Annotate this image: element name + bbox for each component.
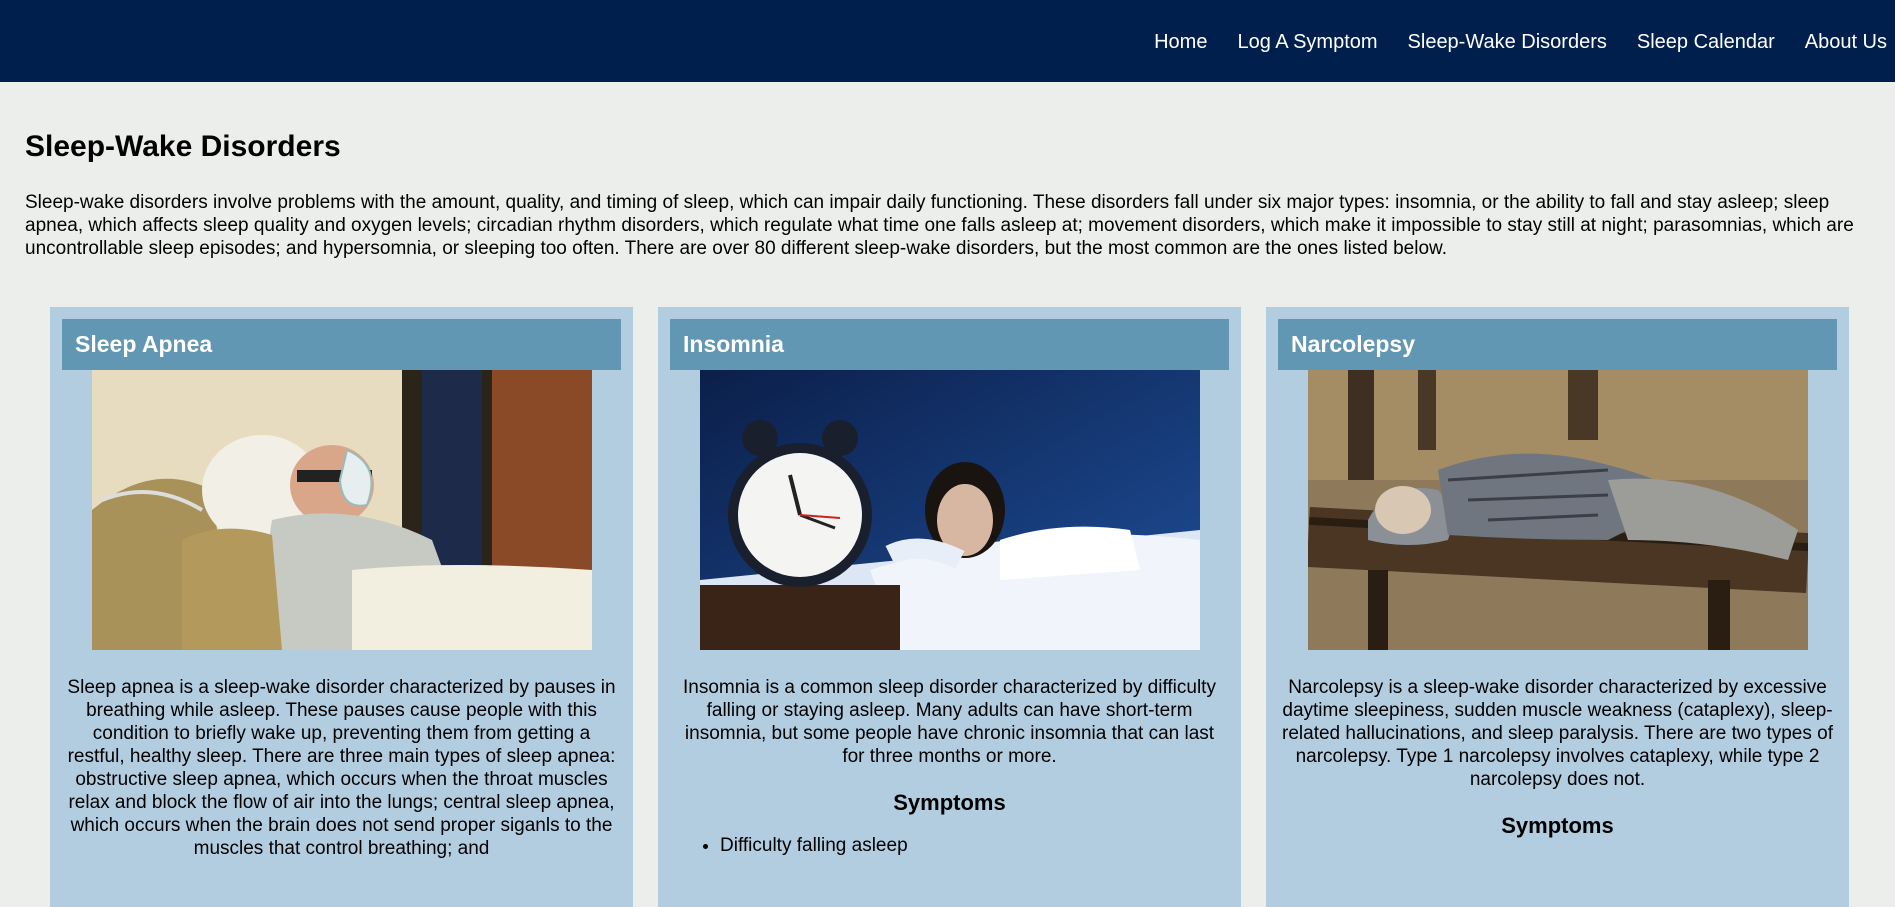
nav-log-symptom-link[interactable]: Log A Symptom [1237, 29, 1377, 54]
disorder-cards: Sleep Apnea Sleep apnea is a sleep-wake … [25, 307, 1870, 907]
card-header: Insomnia [670, 319, 1229, 370]
nav-sleep-calendar-link[interactable]: Sleep Calendar [1637, 29, 1775, 54]
narcolepsy-card: Narcolepsy Narcolepsy is a sleep-wake di… [1266, 307, 1849, 907]
intro-paragraph: Sleep-wake disorders involve problems wi… [25, 192, 1854, 259]
man-sleeping-on-bench-photo [1307, 370, 1808, 650]
symptoms-heading: Symptoms [893, 790, 1006, 815]
nav-sleep-wake-disorders-link[interactable]: Sleep-Wake Disorders [1408, 29, 1607, 54]
sleep-apnea-card: Sleep Apnea Sleep apnea is a sleep-wake … [50, 307, 633, 907]
man-with-cpap-mask-photo [91, 370, 592, 650]
symptom-item: Difficulty falling asleep [720, 834, 1229, 857]
nav-about-us-link[interactable]: About Us [1805, 29, 1887, 54]
insomnia-card: Insomnia Insomnia is a common sleep diso… [658, 307, 1241, 907]
woman-awake-alarm-clock-photo [699, 370, 1200, 650]
page-title: Sleep-Wake Disorders [25, 130, 341, 163]
nav-home-link[interactable]: Home [1154, 29, 1207, 54]
main-content: Sleep-Wake Disorders Sleep-wake disorder… [0, 130, 1895, 907]
symptoms-list: Difficulty falling asleep [670, 834, 1229, 857]
symptoms-heading: Symptoms [1501, 813, 1614, 838]
top-navigation: Home Log A Symptom Sleep-Wake Disorders … [0, 0, 1895, 82]
card-description: Narcolepsy is a sleep-wake disorder char… [1282, 677, 1833, 790]
card-header: Narcolepsy [1278, 319, 1837, 370]
card-description: Sleep apnea is a sleep-wake disorder cha… [67, 677, 616, 859]
card-description: Insomnia is a common sleep disorder char… [683, 677, 1216, 767]
card-header: Sleep Apnea [62, 319, 621, 370]
